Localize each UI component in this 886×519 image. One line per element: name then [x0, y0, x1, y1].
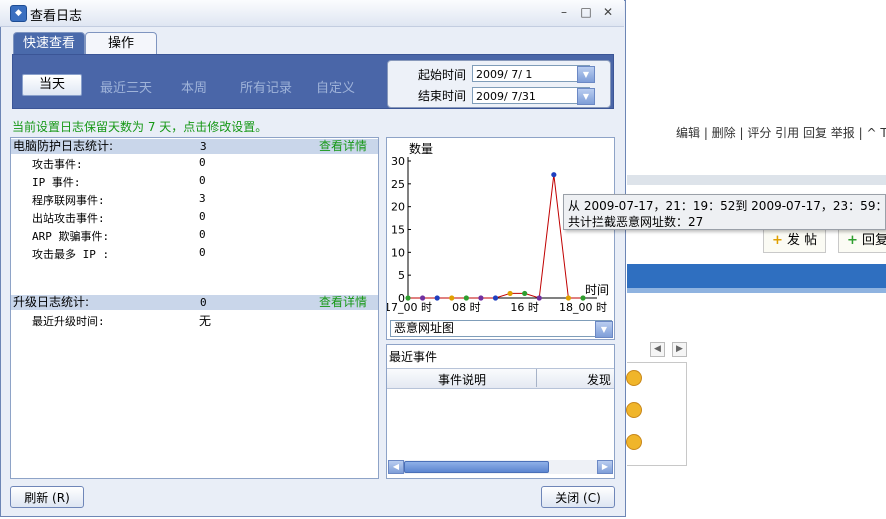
column-divider[interactable]	[536, 369, 537, 387]
attack-events-value: 0	[199, 156, 206, 169]
filter-last-three-days[interactable]: 最近三天	[100, 77, 152, 96]
top-attacker-ip-label: 攻击最多 IP :	[32, 248, 110, 261]
start-date-input[interactable]: 2009/ 7/ 1	[472, 65, 590, 82]
y-tick-label: 10	[391, 246, 405, 259]
forum-post-button[interactable]: + 发 帖	[763, 229, 827, 253]
minimize-icon[interactable]: –	[556, 4, 572, 20]
y-tick-label: 5	[398, 269, 405, 282]
y-tick-label: 20	[391, 201, 405, 214]
column-event-description[interactable]: 事件说明	[438, 371, 486, 388]
x-tick-label: 16 时	[510, 301, 539, 314]
x-tick-label: 18_00 时	[559, 301, 607, 314]
recent-events-title: 最近事件	[389, 350, 438, 364]
upgrade-section-header: 升级日志统计: 0 查看详情	[11, 295, 378, 310]
chart-type-select[interactable]: 恶意网址图	[390, 320, 612, 337]
chart-select-dropdown-icon[interactable]: ▼	[595, 321, 613, 338]
outbound-attack-value: 0	[199, 210, 206, 223]
series-line	[408, 174, 583, 299]
scrollbar-thumb[interactable]	[404, 461, 549, 473]
filter-all-records[interactable]: 所有记录	[240, 77, 292, 96]
column-found[interactable]: 发现	[587, 371, 611, 388]
data-point	[551, 172, 557, 178]
network-events-value: 3	[199, 192, 206, 205]
data-point	[419, 295, 426, 301]
y-tick-label: 25	[391, 178, 405, 191]
smiley-icon[interactable]	[626, 402, 642, 418]
end-time-label: 结束时间	[418, 89, 467, 103]
title-bar[interactable]	[0, 0, 624, 27]
forum-blue-bar	[627, 264, 886, 288]
x-axis-title: 时间	[585, 283, 609, 297]
data-point	[522, 290, 528, 297]
forum-reply-button[interactable]: + 回复	[838, 229, 886, 253]
attack-events-label: 攻击事件:	[32, 158, 83, 171]
protection-total-count: 3	[200, 140, 207, 153]
protection-detail-link[interactable]: 查看详情	[319, 139, 367, 154]
y-tick-label: 30	[391, 155, 405, 168]
last-upgrade-label: 最近升级时间:	[32, 315, 105, 328]
close-button[interactable]: 关闭 (C)	[541, 486, 615, 508]
tooltip-count: 共计拦截恶意网址数：27	[568, 215, 704, 229]
end-date-input[interactable]: 2009/ 7/31	[472, 87, 590, 104]
forum-divider	[627, 175, 886, 185]
smiley-icon[interactable]	[626, 370, 642, 386]
scroll-left-icon[interactable]: ◀	[388, 460, 404, 474]
arp-spoof-label: ARP 欺骗事件:	[32, 230, 110, 243]
prev-arrow-icon[interactable]: ◀	[650, 342, 665, 357]
forum-reply-label: 回复	[862, 233, 886, 248]
arp-spoof-value: 0	[199, 228, 206, 241]
filter-this-week[interactable]: 本周	[181, 77, 207, 96]
chart-tooltip: 从 2009-07-17，21：19：52到 2009-07-17，23：59：…	[563, 194, 886, 230]
outbound-attack-label: 出站攻击事件:	[32, 212, 105, 225]
forum-blue-bar-shadow	[627, 288, 886, 293]
network-events-label: 程序联网事件:	[32, 194, 105, 207]
data-point	[405, 295, 411, 301]
upgrade-total-count: 0	[200, 296, 207, 309]
data-point	[565, 295, 572, 301]
data-point	[507, 290, 513, 297]
data-point	[580, 295, 586, 301]
ip-events-label: IP 事件:	[32, 176, 81, 189]
ip-events-value: 0	[199, 174, 206, 187]
tab-operations[interactable]: 操作	[85, 32, 157, 55]
forum-post-toolbar[interactable]: 编辑 | 删除 | 评分 引用 回复 举报 | ^ To	[676, 124, 886, 141]
window-title: 查看日志	[30, 9, 83, 24]
data-point	[478, 295, 484, 301]
tab-quick-view[interactable]: 快速查看	[13, 32, 85, 55]
filter-custom[interactable]: 自定义	[316, 77, 355, 96]
maximize-icon[interactable]: □	[578, 4, 594, 20]
start-time-label: 起始时间	[418, 68, 467, 82]
recent-events-header	[387, 368, 614, 389]
end-date-dropdown-icon[interactable]: ▼	[577, 88, 595, 105]
scroll-right-icon[interactable]: ▶	[597, 460, 613, 474]
x-tick-label: 08 时	[452, 301, 481, 314]
y-axis-title: 数量	[409, 141, 433, 156]
data-point	[434, 295, 440, 301]
refresh-button[interactable]: 刷新 (R)	[10, 486, 84, 508]
filter-today[interactable]: 当天	[22, 74, 82, 96]
retention-notice-link[interactable]: 当前设置日志保留天数为 7 天，点击修改设置。	[12, 118, 267, 135]
data-point	[463, 295, 469, 301]
data-point	[492, 295, 499, 301]
tooltip-range: 从 2009-07-17，21：19：52到 2009-07-17，23：59：…	[568, 199, 886, 213]
x-tick-label: 17_00 时	[387, 301, 432, 314]
next-arrow-icon[interactable]: ▶	[672, 342, 687, 357]
protection-section-header: 电脑防护日志统计: 3 查看详情	[11, 139, 378, 154]
y-tick-label: 15	[391, 224, 405, 237]
upgrade-detail-link[interactable]: 查看详情	[319, 295, 367, 310]
forum-post-label: 发 帖	[787, 233, 818, 248]
close-icon[interactable]: ✕	[600, 4, 616, 20]
start-date-dropdown-icon[interactable]: ▼	[577, 66, 595, 83]
plus-icon: +	[847, 233, 858, 248]
last-upgrade-value: 无	[199, 314, 212, 328]
data-point	[536, 295, 542, 301]
top-attacker-ip-value: 0	[199, 246, 206, 259]
protection-header-label: 电脑防护日志统计:	[13, 139, 114, 153]
smiley-icon[interactable]	[626, 434, 642, 450]
upgrade-header-label: 升级日志统计:	[13, 295, 90, 309]
plus-icon: +	[772, 233, 783, 248]
shield-icon: ◆	[10, 5, 27, 22]
data-point	[449, 295, 455, 301]
